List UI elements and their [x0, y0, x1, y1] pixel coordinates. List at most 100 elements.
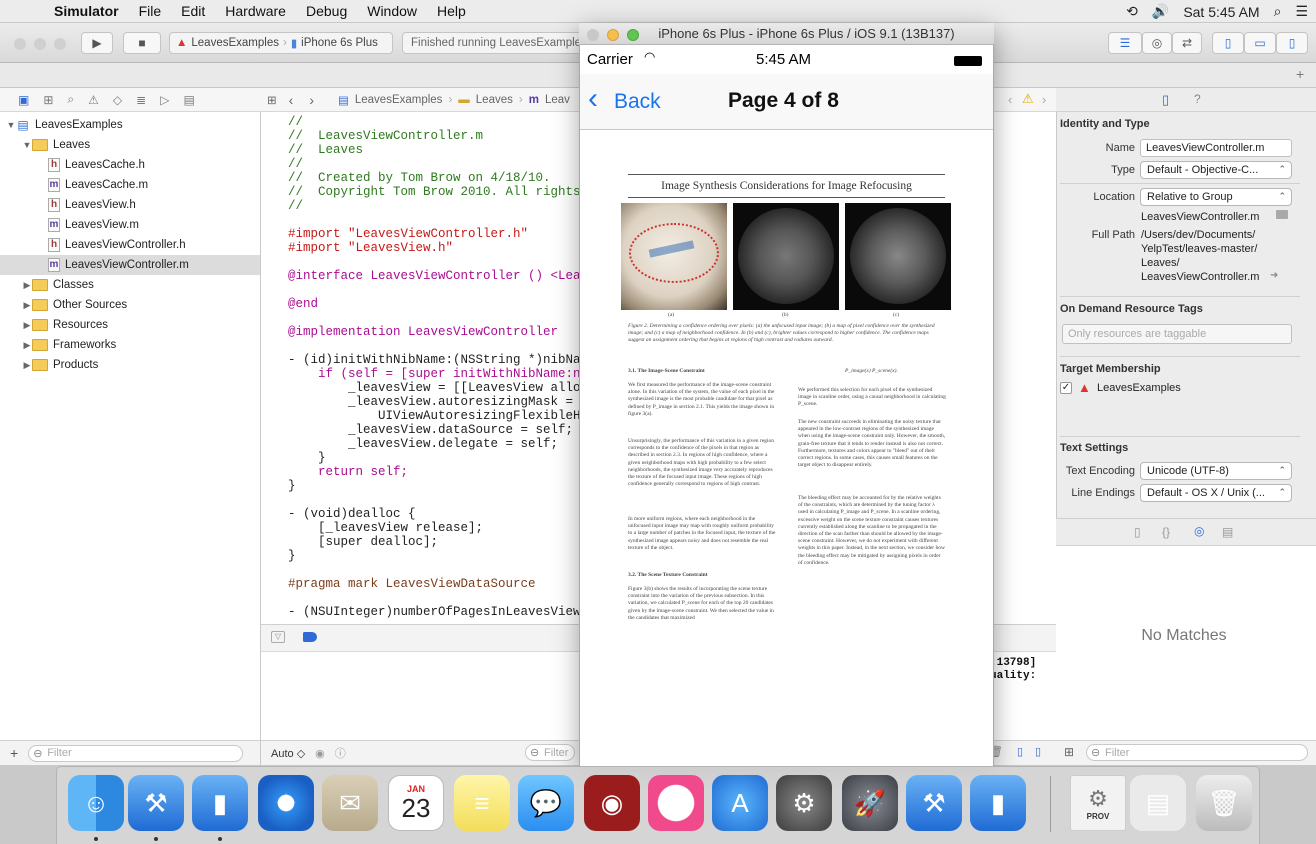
library-filter-input[interactable]: ⊖ Filter [1086, 744, 1308, 761]
menu-window[interactable]: Window [357, 3, 427, 19]
time-machine-icon[interactable]: ⟲ [1126, 3, 1138, 20]
photo-booth-icon[interactable]: ◉ [584, 775, 640, 831]
menu-clock[interactable]: Sat 5:45 AM [1183, 4, 1259, 20]
volume-icon[interactable]: 🔊 [1152, 3, 1169, 20]
assistant-editor-button[interactable]: ◎ [1142, 32, 1172, 54]
line-endings-popup[interactable]: Default - OS X / Unix (... [1140, 484, 1292, 502]
sim-zoom-button[interactable] [627, 29, 639, 41]
provisioning-profile-icon[interactable]: ⚙ PROV [1070, 775, 1126, 831]
back-arrow-icon[interactable]: ‹ [289, 92, 294, 108]
print-description-icon[interactable]: ⓘ [335, 745, 346, 761]
object-library-icon[interactable]: ◎ [1194, 524, 1204, 538]
name-field[interactable]: LeavesViewController.m [1140, 139, 1292, 157]
spotlight-icon[interactable]: ⌕ [1274, 3, 1282, 20]
xcode-second-icon[interactable]: ⚒ [906, 775, 962, 831]
file-inspector-icon[interactable]: ▯ [1162, 92, 1169, 108]
system-preferences-icon[interactable]: ⚙ [776, 775, 832, 831]
simulator-second-icon[interactable]: ▮ [970, 775, 1026, 831]
safari-icon[interactable]: ✦ [258, 775, 314, 831]
trash-icon[interactable]: 🗑 [1196, 775, 1252, 831]
folder-row[interactable]: ▶ Frameworks [0, 335, 260, 355]
add-tab-icon[interactable]: + [1296, 66, 1304, 82]
project-navigator-icon[interactable]: ▣ [18, 93, 29, 107]
folder-row[interactable]: ▶ Resources [0, 315, 260, 335]
notes-icon[interactable]: ≡ [454, 775, 510, 831]
variables-filter-input[interactable]: ⊖ Filter [525, 744, 575, 761]
report-navigator-icon[interactable]: ▤ [183, 93, 194, 107]
disclosure-closed-icon[interactable]: ▶ [22, 300, 32, 311]
mail-stamp-icon[interactable]: ✉ [322, 775, 378, 831]
breakpoint-navigator-icon[interactable]: ▷ [160, 93, 169, 107]
location-popup[interactable]: Relative to Group [1140, 188, 1292, 206]
issue-navigator-icon[interactable]: ⚠ [88, 93, 99, 107]
forward-arrow-icon[interactable]: › [309, 92, 314, 108]
media-library-icon[interactable]: ▤ [1222, 525, 1233, 539]
find-navigator-icon[interactable]: ⌕ [67, 92, 74, 107]
stop-button[interactable]: ■ [123, 32, 161, 54]
zoom-window-button[interactable] [54, 38, 66, 50]
simulator-icon[interactable]: ▮ [192, 775, 248, 831]
launchpad-icon[interactable]: 🚀 [842, 775, 898, 831]
disclosure-open-icon[interactable]: ▼ [22, 140, 32, 150]
file-row[interactable]: h LeavesCache.h [0, 155, 260, 175]
menu-file[interactable]: File [129, 3, 172, 19]
odr-tags-field[interactable]: Only resources are taggable [1062, 324, 1292, 344]
notification-center-icon[interactable]: ☰ [1295, 3, 1308, 20]
disclosure-closed-icon[interactable]: ▶ [22, 280, 32, 291]
run-button[interactable]: ▶ [81, 32, 113, 54]
add-file-icon[interactable]: + [10, 745, 18, 761]
variables-view-toggle-icon[interactable]: ▯ [1017, 745, 1023, 758]
debug-navigator-icon[interactable]: ≣ [136, 93, 146, 107]
target-checkbox[interactable]: ✓ [1060, 382, 1072, 394]
file-row[interactable]: m LeavesView.m [0, 215, 260, 235]
file-row[interactable]: h LeavesViewController.h [0, 235, 260, 255]
code-snippet-library-icon[interactable]: {} [1162, 525, 1170, 539]
project-row[interactable]: ▼ ▤ LeavesExamples [0, 115, 260, 135]
file-template-library-icon[interactable]: ▯ [1134, 525, 1141, 539]
folder-row[interactable]: ▼ Leaves [0, 135, 260, 155]
finder-icon[interactable]: ☺ [68, 775, 124, 831]
back-button[interactable]: Back [614, 90, 661, 114]
toggle-utilities-button[interactable]: ▯ [1276, 32, 1308, 54]
menu-app-name[interactable]: Simulator [44, 3, 129, 19]
grid-view-icon[interactable]: ⊞ [1064, 745, 1074, 759]
close-window-button[interactable] [14, 38, 26, 50]
scheme-selector[interactable]: ▲ LeavesExamples › ▮ iPhone 6s Plus [169, 32, 393, 54]
jump-prev-issue-icon[interactable]: ‹ [1008, 92, 1012, 107]
sim-minimize-button[interactable] [607, 29, 619, 41]
disclosure-closed-icon[interactable]: ▶ [22, 340, 32, 351]
menu-help[interactable]: Help [427, 3, 476, 19]
toggle-navigator-button[interactable]: ▯ [1212, 32, 1244, 54]
folder-row[interactable]: ▶ Classes [0, 275, 260, 295]
standard-editor-button[interactable]: ☰ [1108, 32, 1142, 54]
menu-hardware[interactable]: Hardware [215, 3, 296, 19]
downloads-stack-icon[interactable]: ▤ [1130, 775, 1186, 831]
menu-debug[interactable]: Debug [296, 3, 357, 19]
type-popup[interactable]: Default - Objective-C... [1140, 161, 1292, 179]
back-chevron-icon[interactable]: ‹ [588, 84, 598, 114]
calendar-icon[interactable]: JAN 23 [388, 775, 444, 831]
text-encoding-popup[interactable]: Unicode (UTF-8) [1140, 462, 1292, 480]
version-editor-button[interactable]: ⇄ [1172, 32, 1202, 54]
file-row[interactable]: h LeavesView.h [0, 195, 260, 215]
hide-debug-area-icon[interactable]: ▽ [271, 631, 285, 643]
quick-look-icon[interactable]: ◉ [315, 747, 325, 760]
console-view-toggle-icon[interactable]: ▯ [1035, 745, 1041, 758]
file-row[interactable]: m LeavesCache.m [0, 175, 260, 195]
jump-next-issue-icon[interactable]: › [1042, 92, 1046, 107]
messages-icon[interactable]: 💬 [518, 775, 574, 831]
jump-item-folder[interactable]: Leaves [476, 94, 513, 106]
file-row[interactable]: m LeavesViewController.m [0, 255, 260, 275]
jump-item-project[interactable]: LeavesExamples [355, 94, 443, 106]
xcode-icon[interactable]: ⚒ [128, 775, 184, 831]
choose-file-folder-icon[interactable] [1276, 210, 1288, 219]
sim-close-button[interactable] [587, 29, 599, 41]
related-items-icon[interactable]: ⊞ [267, 93, 277, 107]
jump-item-file[interactable]: Leav [545, 94, 570, 106]
navigator-filter-input[interactable]: ⊖ Filter [28, 744, 244, 762]
test-navigator-icon[interactable]: ◇ [113, 93, 122, 107]
disclosure-closed-icon[interactable]: ▶ [22, 320, 32, 331]
toggle-debug-area-button[interactable]: ▭ [1244, 32, 1276, 54]
quick-help-icon[interactable]: ? [1194, 92, 1201, 106]
itunes-icon[interactable]: ♫ [648, 775, 704, 831]
